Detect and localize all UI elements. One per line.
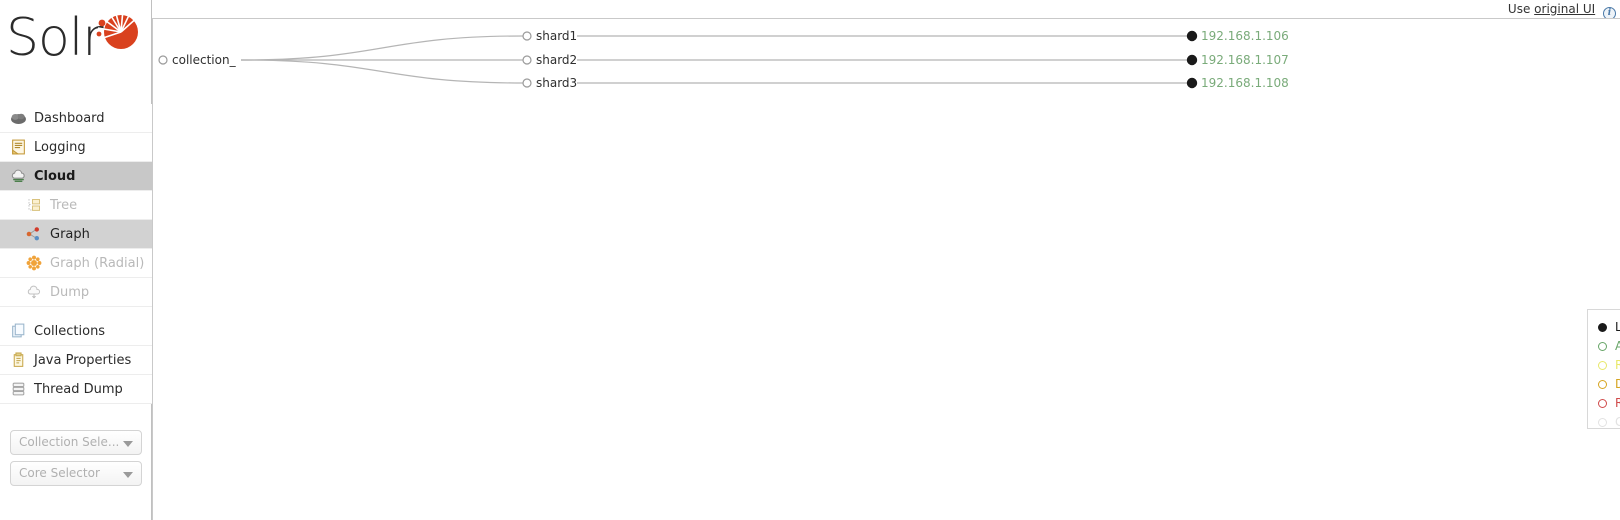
dashboard-icon	[11, 113, 26, 124]
graph-node-circle	[158, 55, 168, 65]
graph-node-label: collection_	[172, 53, 237, 67]
graph-icon	[26, 227, 39, 241]
graph-radial-icon	[26, 255, 42, 271]
sidebar-item-dump[interactable]: Dump	[0, 278, 152, 307]
graph-node-circle	[522, 78, 532, 88]
solr-logo[interactable]: Solr	[6, 6, 146, 72]
java-properties-icon	[13, 352, 24, 367]
solr-sunburst-logo-icon	[96, 8, 140, 49]
sidebar-nav: Dashboard Logging Cloud Tree Graph Graph…	[0, 104, 152, 404]
sidebar-subnav-cloud: Tree Graph Graph (Radial) Dump	[0, 191, 152, 307]
legend-entry: Recovery Failed	[1598, 394, 1620, 413]
sidebar-item-label: Thread Dump	[34, 382, 123, 397]
graph-node-collection[interactable]: collection_	[158, 53, 237, 67]
sidebar-item-label: Dashboard	[34, 111, 105, 126]
sidebar-item-label: Collections	[34, 324, 106, 339]
sidebar-item-cloud[interactable]: Cloud	[0, 162, 152, 191]
legend-rows: Leader Active Recovering Down Recovery Faile…	[1598, 318, 1620, 432]
graph-node-label: 192.168.1.106	[1201, 29, 1289, 43]
logging-icon	[12, 139, 25, 155]
graph-node-circle	[522, 31, 532, 41]
sidebar-item-label: Dump	[50, 285, 90, 300]
topbar: Use original UI i	[0, 0, 1620, 20]
sidebar-item-collections[interactable]: Collections	[0, 317, 152, 346]
graph-node-label: 192.168.1.108	[1201, 76, 1289, 90]
graph-node-replica[interactable]: 192.168.1.108	[1186, 76, 1289, 90]
collection-selector[interactable]: Collection Sele...	[10, 430, 142, 455]
original-ui-link[interactable]: original UI	[1534, 2, 1595, 16]
collections-icon	[12, 323, 25, 338]
legend-entry-label: Recovering	[1615, 358, 1620, 372]
solr-admin-window: Use original UI i Solr Dashboard Logging…	[0, 0, 1620, 520]
dump-icon	[27, 285, 41, 299]
graph-node-label: shard1	[536, 29, 577, 43]
sidebar-item-label: Tree	[50, 198, 78, 213]
legend-state-icon	[1598, 399, 1607, 408]
legend-entry-label: Gone	[1615, 415, 1620, 429]
graph-node-label: shard3	[536, 76, 577, 90]
graph-node-circle	[1186, 54, 1198, 66]
cloud-graph-panel: collection_ shard1 shard2 shard3 192.168.1.1…	[152, 18, 1620, 520]
graph-node-replica[interactable]: 192.168.1.106	[1186, 29, 1289, 43]
legend-state-icon	[1598, 342, 1607, 351]
legend-state-icon	[1598, 323, 1607, 332]
sidebar-gap	[0, 307, 152, 317]
legend-entry: Gone	[1598, 413, 1620, 432]
chevron-down-icon	[123, 441, 133, 447]
graph-node-label: shard2	[536, 53, 577, 67]
graph-link	[240, 59, 524, 84]
legend-state-icon	[1598, 361, 1607, 370]
legend-entry-label: Recovery Failed	[1615, 396, 1620, 410]
graph-node-label: 192.168.1.107	[1201, 53, 1289, 67]
legend-entry-label: Down	[1615, 377, 1620, 391]
collection-selector-label: Collection Sele...	[19, 435, 120, 449]
graph-node-circle	[1186, 77, 1198, 89]
use-label: Use	[1507, 2, 1531, 16]
sidebar-item-label: Java Properties	[34, 353, 132, 368]
cluster-graph[interactable]: collection_ shard1 shard2 shard3 192.168.1.1…	[153, 19, 1619, 519]
graph-node-shard[interactable]: shard1	[522, 29, 577, 43]
solr-logo-text: Solr	[6, 8, 104, 68]
chevron-down-icon	[123, 472, 133, 478]
sidebar-item-graph[interactable]: Graph	[0, 220, 152, 249]
graph-legend: Leader Active Recovering Down Recovery Faile…	[1587, 309, 1620, 429]
thread-dump-icon	[12, 382, 25, 396]
graph-node-shard[interactable]: shard2	[522, 53, 577, 67]
sidebar-item-logging[interactable]: Logging	[0, 133, 152, 162]
legend-entry: Leader	[1598, 318, 1620, 337]
sidebar-item-tree[interactable]: Tree	[0, 191, 152, 220]
graph-link	[240, 35, 524, 61]
legend-entry-label: Active	[1615, 339, 1620, 353]
sidebar-item-java-properties[interactable]: Java Properties	[0, 346, 152, 375]
legend-entry: Down	[1598, 375, 1620, 394]
graph-node-circle	[1186, 30, 1198, 42]
legend-state-icon	[1598, 418, 1607, 427]
sidebar-item-label: Logging	[34, 140, 86, 155]
core-selector[interactable]: Core Selector	[10, 461, 142, 486]
core-selector-label: Core Selector	[19, 466, 100, 480]
sidebar-item-thread-dump[interactable]: Thread Dump	[0, 375, 152, 404]
sidebar-item-dashboard[interactable]: Dashboard	[0, 104, 152, 133]
graph-node-shard[interactable]: shard3	[522, 76, 577, 90]
legend-entry: Recovering	[1598, 356, 1620, 375]
graph-node-replica[interactable]: 192.168.1.107	[1186, 53, 1289, 67]
sidebar-selectors: Collection Sele... Core Selector	[0, 424, 152, 486]
legend-state-icon	[1598, 380, 1607, 389]
tree-icon	[28, 199, 40, 211]
sidebar-item-label: Cloud	[34, 169, 76, 184]
cloud-icon	[11, 169, 25, 183]
graph-node-circle	[522, 55, 532, 65]
graph-links	[240, 35, 1187, 84]
legend-entry-label: Leader	[1615, 320, 1620, 334]
sidebar-item-label: Graph (Radial)	[50, 256, 145, 271]
sidebar-item-graph-radial[interactable]: Graph (Radial)	[0, 249, 152, 278]
sidebar: Solr Dashboard Logging Cloud Tree Graph …	[0, 0, 152, 520]
legend-entry: Active	[1598, 337, 1620, 356]
sidebar-item-label: Graph	[50, 227, 90, 242]
